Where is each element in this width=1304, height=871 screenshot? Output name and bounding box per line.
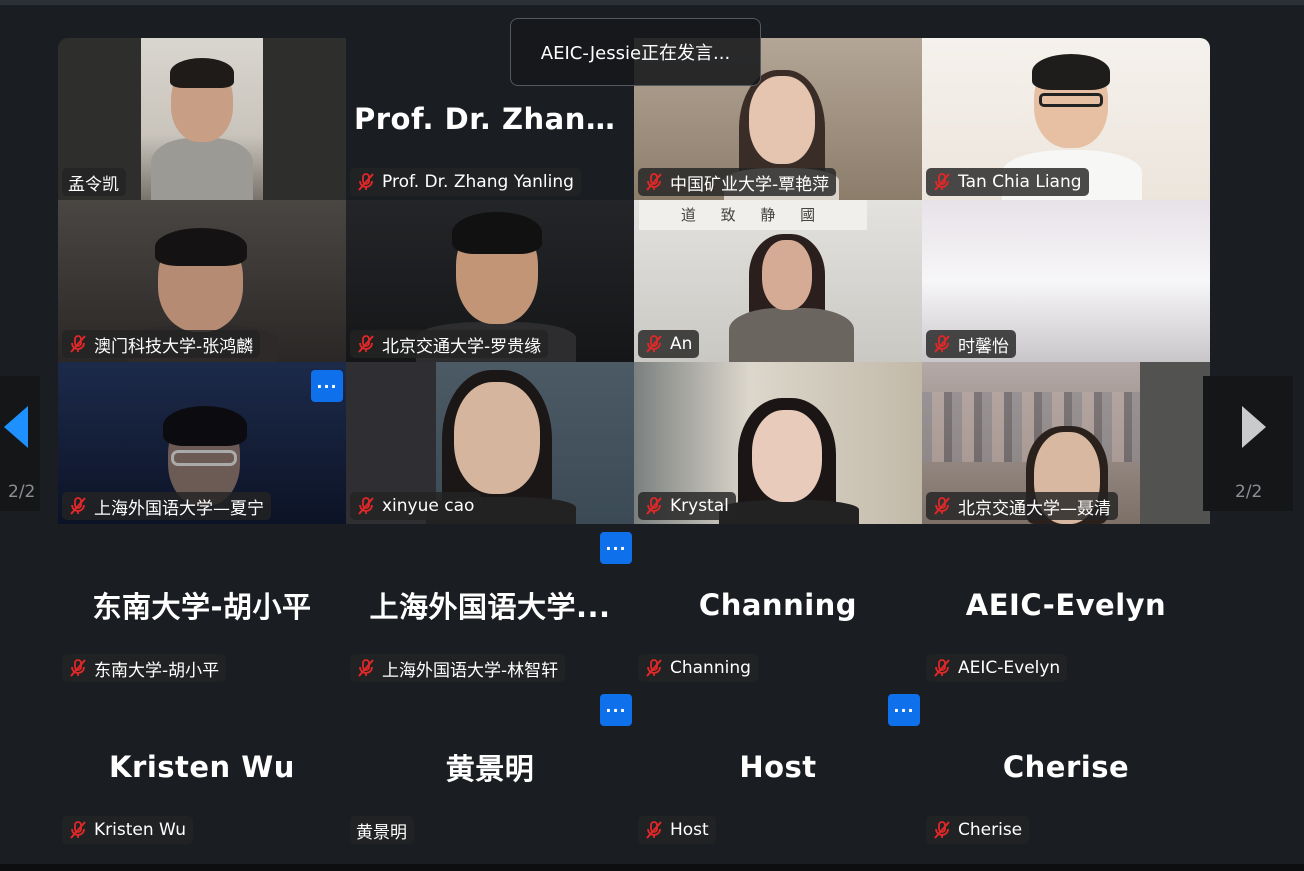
- video-tile-tan[interactable]: Tan Chia Liang: [922, 38, 1210, 200]
- participant-name-tag: 上海外国语大学-林智轩: [350, 654, 566, 682]
- bottom-bar: [0, 864, 1304, 871]
- top-bar: [0, 0, 1304, 5]
- participant-name-tag: Tan Chia Liang: [926, 168, 1089, 196]
- participant-name-tag: 北京交通大学—聂清: [926, 492, 1118, 520]
- right-arrow-icon: [1242, 406, 1266, 448]
- gallery-grid: 孟令凯 Prof. Dr. Zhang... Prof. Dr. Zhang Y…: [58, 38, 1210, 848]
- muted-mic-icon: [932, 334, 958, 354]
- video-tile-cao[interactable]: xinyue cao: [346, 362, 634, 524]
- participant-name-tag: An: [638, 330, 700, 358]
- page-indicator: 2/2: [8, 482, 36, 502]
- participant-display-name: AEIC-Evelyn: [965, 588, 1167, 622]
- video-tile-hu[interactable]: 东南大学-胡小平 东南大学-胡小平: [58, 524, 346, 686]
- participant-name-tag: AEIC-Evelyn: [926, 654, 1068, 682]
- participant-display-name: Cherise: [1002, 750, 1130, 784]
- participant-name-tag: 澳门科技大学-张鸿麟: [62, 330, 261, 358]
- previous-page-button[interactable]: 2/2: [0, 376, 40, 511]
- muted-mic-icon: [644, 496, 670, 516]
- participant-name-tag: Krystal: [638, 492, 736, 520]
- video-tile-an[interactable]: 道 致 静 國 An: [634, 200, 922, 362]
- participant-name-tag: Prof. Dr. Zhang Yanling: [350, 168, 581, 196]
- more-options-button[interactable]: ···: [311, 370, 343, 402]
- active-speaker-banner: AEIC-Jessie正在发言...: [510, 18, 761, 86]
- video-tile-shi[interactable]: 时馨怡: [922, 200, 1210, 362]
- participant-display-name: 东南大学-胡小平: [92, 590, 312, 624]
- participant-name-tag: Cherise: [926, 816, 1030, 844]
- video-tile-meng[interactable]: 孟令凯: [58, 38, 346, 200]
- muted-mic-icon: [644, 658, 670, 678]
- video-tile-evelyn[interactable]: AEIC-Evelyn AEIC-Evelyn: [922, 524, 1210, 686]
- muted-mic-icon: [68, 496, 94, 516]
- video-tile-host[interactable]: Host Host: [634, 686, 922, 848]
- muted-mic-icon: [68, 334, 94, 354]
- participant-display-name: Channing: [698, 588, 858, 622]
- muted-mic-icon: [68, 658, 94, 678]
- participant-display-name: 上海外国语大学...: [369, 590, 611, 624]
- muted-mic-icon: [356, 172, 382, 192]
- more-options-button[interactable]: ···: [888, 694, 920, 726]
- participant-display-name: Prof. Dr. Zhang...: [354, 102, 634, 136]
- muted-mic-icon: [932, 496, 958, 516]
- video-tile-channing[interactable]: Channing Channing: [634, 524, 922, 686]
- participant-name-tag: 孟令凯: [62, 168, 126, 196]
- page-indicator: 2/2: [1235, 482, 1263, 502]
- participant-name-tag: 北京交通大学-罗贵缘: [350, 330, 549, 358]
- participant-display-name: 黄景明: [445, 752, 535, 786]
- participant-name-tag: Host: [638, 816, 716, 844]
- calligraphy-plaque: 道 致 静 國: [639, 200, 867, 230]
- more-options-button[interactable]: ···: [600, 532, 632, 564]
- video-tile-huang[interactable]: 黄景明 黄景明: [346, 686, 634, 848]
- participant-name-tag: 中国矿业大学-覃艳萍: [638, 168, 837, 196]
- video-tile-cherise[interactable]: Cherise Cherise: [922, 686, 1210, 848]
- video-tile-lin[interactable]: 上海外国语大学... 上海外国语大学-林智轩: [346, 524, 634, 686]
- participant-name-tag: Kristen Wu: [62, 816, 193, 844]
- video-tile-macau[interactable]: 澳门科技大学-张鸿麟: [58, 200, 346, 362]
- muted-mic-icon: [644, 172, 670, 192]
- participant-display-name: Host: [739, 750, 817, 784]
- video-tile-xia[interactable]: ··· 上海外国语大学—夏宁: [58, 362, 346, 524]
- participant-name-tag: xinyue cao: [350, 492, 482, 520]
- video-tile-bjtu-luo[interactable]: 北京交通大学-罗贵缘: [346, 200, 634, 362]
- muted-mic-icon: [644, 820, 670, 840]
- video-tile-kristen[interactable]: Kristen Wu Kristen Wu: [58, 686, 346, 848]
- muted-mic-icon: [356, 334, 382, 354]
- muted-mic-icon: [356, 496, 382, 516]
- participant-name-tag: 时馨怡: [926, 330, 1016, 358]
- muted-mic-icon: [932, 172, 958, 192]
- video-tile-krystal[interactable]: Krystal: [634, 362, 922, 524]
- participant-name-tag: Channing: [638, 654, 758, 682]
- participant-display-name: Kristen Wu: [109, 750, 295, 784]
- participant-name-tag: 黄景明: [350, 816, 414, 844]
- video-tile-nie[interactable]: 北京交通大学—聂清: [922, 362, 1210, 524]
- muted-mic-icon: [932, 658, 958, 678]
- next-page-button[interactable]: 2/2: [1203, 376, 1293, 511]
- participant-name-tag: 东南大学-胡小平: [62, 654, 227, 682]
- muted-mic-icon: [356, 658, 382, 678]
- muted-mic-icon: [932, 820, 958, 840]
- more-options-button[interactable]: ···: [600, 694, 632, 726]
- muted-mic-icon: [68, 820, 94, 840]
- muted-mic-icon: [644, 334, 670, 354]
- participant-name-tag: 上海外国语大学—夏宁: [62, 492, 271, 520]
- left-arrow-icon: [4, 406, 28, 448]
